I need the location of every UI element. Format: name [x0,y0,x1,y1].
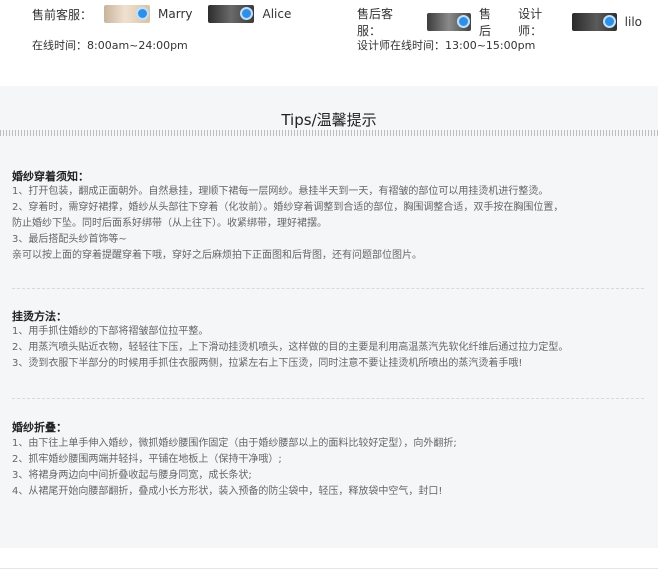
section-line: 4、从裙尾开始向腰部翻折，叠成小长方形状，装入预备的防尘袋中，轻压，释放袋中空气… [12,486,443,497]
presale-label: 售前客服： [32,7,93,22]
section-line: 3、最后搭配头纱首饰等~ [12,234,127,245]
presale-online-hours: 在线时间：8:00am~24:00pm [32,39,188,52]
agent-name[interactable]: 售后 [479,5,502,39]
presale-service-row: 售前客服： Marry Alice [32,5,307,23]
designer-avatar[interactable] [572,13,617,31]
footer-divider [0,568,658,569]
designer-online-hours: 设计师在线时间：13:00~15:00pm [357,39,536,52]
footer-strip [0,548,658,576]
section-line: 3、烫到衣服下半部分的时候用手抓住衣服两侧，拉紧左右上下压烫，同时注意不要让挂烫… [12,358,523,369]
qq-chat-icon[interactable] [136,7,150,20]
aftersale-service-row: 售后客服： 售后 设计师： lilo [357,5,658,39]
section-line: 1、用手抓住婚纱的下部将褶皱部位拉平整。 [12,326,209,337]
section-line: 1、打开包装，翻成正面朝外。自然悬挂，理顺下裙每一层网纱。悬挂半天到一天，有褶皱… [12,186,549,197]
section-line: 3、将裙身两边向中间折叠收起与腰身同宽，成长条状; [12,470,252,481]
section-title: 婚纱折叠： [12,421,67,434]
section-line: 2、穿着时，需穿好裙撑，婚纱从头部往下穿着（化妆前）。婚纱穿着调整到合适的部位，… [12,202,564,213]
section-divider [12,288,644,289]
qq-chat-icon[interactable] [457,15,471,28]
section-title: 婚纱穿着须知： [12,170,89,183]
section-line: 1、由下往上单手伸入婚纱，微抓婚纱腰围作固定（由于婚纱腰部以上的面料比较好定型）… [12,438,457,449]
agent-avatar[interactable] [426,13,472,31]
qq-chat-icon[interactable] [602,15,616,28]
designer-label: 设计师： [518,7,543,38]
section-line: 亲可以按上面的穿着提醒穿着下哦，穿好之后麻烦拍下正面图和后背图，还有问题部位图片… [12,250,422,261]
agent-avatar[interactable] [208,5,255,23]
qq-chat-icon[interactable] [240,7,254,20]
customer-service-bar: 售前客服： Marry Alice 在线时间：8:00am~24:00pm 售后… [0,0,658,86]
tips-title: Tips/温馨提示 [281,111,377,129]
agent-name[interactable]: Marry [158,7,192,21]
aftersale-label: 售后客服： [357,7,394,38]
section-title: 挂烫方法： [12,310,67,323]
section-line: 2、抓牢婚纱腰围两端并轻抖，平铺在地板上（保持干净哦）; [12,454,282,465]
section-line: 2、用蒸汽喷头贴近衣物，轻轻往下压，上下滑动挂烫机喷头，这样做的目的主要是利用高… [12,342,569,353]
title-divider [0,130,658,136]
tips-panel: Tips/温馨提示 婚纱穿着须知： 1、打开包装，翻成正面朝外。自然悬挂，理顺下… [0,86,658,548]
agent-avatar[interactable] [104,5,151,23]
section-divider [12,398,644,399]
section-line: 防止婚纱下坠。同时后面系好绑带（从上往下）。收紧绑带，理好裙摆。 [12,218,327,229]
agent-name[interactable]: Alice [262,7,291,21]
designer-name[interactable]: lilo [625,15,642,29]
